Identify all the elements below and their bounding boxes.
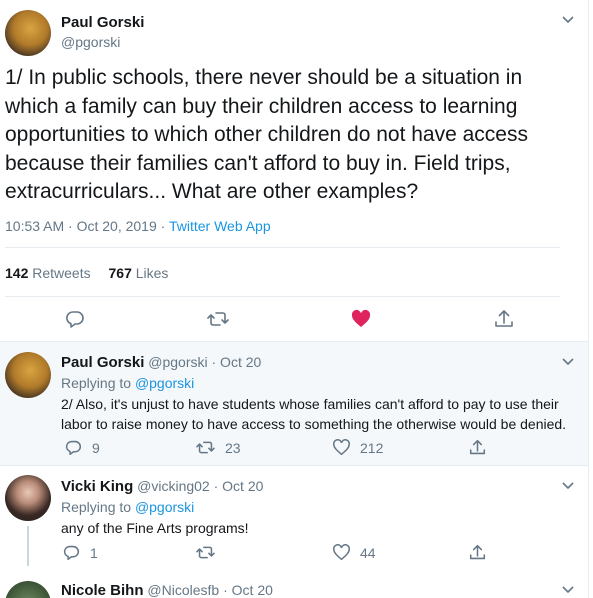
thread-line [27, 526, 29, 566]
reply-tweet[interactable]: Vicki King @vicking02 · Oct 20 Replying … [0, 466, 588, 569]
reply-header: Paul Gorski @pgorski · Oct 20 [61, 354, 261, 371]
likes-count: 767 [108, 265, 132, 281]
avatar[interactable] [5, 475, 51, 521]
like-count: 212 [360, 439, 384, 456]
reply-count: 1 [90, 544, 98, 561]
retweet-button[interactable] [207, 309, 229, 329]
like-count: 44 [360, 544, 376, 561]
retweet-icon [196, 546, 215, 559]
replying-to-label: Replying to [61, 375, 135, 391]
like-button[interactable]: 212 [333, 439, 383, 456]
reply-header: Nicole Bihn @Nicolesfb · Oct 20 [61, 582, 273, 598]
reply-header: Vicki King @vicking02 · Oct 20 [61, 478, 263, 495]
share-button[interactable] [469, 544, 486, 561]
likes-stat[interactable]: 767 Likes [109, 265, 169, 281]
reply-icon [63, 545, 79, 561]
replying-to-handle[interactable]: @pgorski [135, 375, 194, 391]
author-name[interactable]: Vicki King [61, 478, 133, 495]
tweet-date[interactable]: · Oct 20 [223, 582, 273, 598]
tweet-stats: 142 Retweets 767 Likes [5, 265, 168, 281]
share-icon [495, 310, 513, 327]
retweet-button[interactable] [196, 544, 225, 561]
reply-count: 9 [92, 439, 100, 456]
share-icon [469, 439, 486, 455]
reply-tweet[interactable]: Paul Gorski @pgorski · Oct 20 Replying t… [0, 342, 588, 465]
timestamp[interactable]: 10:53 AM · Oct 20, 2019 · [5, 218, 169, 234]
divider [5, 296, 560, 297]
like-button[interactable] [351, 309, 371, 329]
retweets-stat[interactable]: 142 Retweets [5, 265, 91, 281]
heart-icon [351, 309, 371, 327]
like-button[interactable]: 44 [333, 544, 376, 561]
chevron-down-icon[interactable] [561, 481, 575, 491]
chevron-down-icon[interactable] [561, 357, 575, 367]
retweet-icon [207, 312, 229, 326]
retweet-button[interactable]: 23 [196, 439, 241, 456]
retweets-label: Retweets [32, 265, 91, 281]
reply-tweet[interactable]: Nicole Bihn @Nicolesfb · Oct 20 [0, 569, 588, 598]
share-button[interactable] [469, 439, 486, 456]
heart-icon [333, 439, 350, 456]
author-handle[interactable]: @pgorski [148, 354, 207, 370]
likes-label: Likes [135, 265, 169, 281]
retweet-count: 23 [225, 439, 241, 456]
author-name[interactable]: Nicole Bihn [61, 582, 144, 598]
heart-icon [333, 544, 350, 561]
reply-text: 2/ Also, it's unjust to have students wh… [61, 396, 567, 432]
chevron-down-icon[interactable] [561, 15, 575, 25]
avatar[interactable] [5, 581, 51, 598]
replying-to-label: Replying to [61, 499, 135, 515]
tweet-date[interactable]: · Oct 20 [214, 478, 264, 494]
reply-icon [65, 440, 81, 456]
reply-button[interactable]: 9 [65, 439, 100, 456]
timeline-border [588, 0, 589, 598]
reply-button[interactable]: 1 [63, 544, 98, 561]
tweet-meta: 10:53 AM · Oct 20, 2019 · Twitter Web Ap… [5, 218, 271, 234]
chevron-down-icon[interactable] [561, 585, 575, 595]
author-name[interactable]: Paul Gorski [61, 354, 144, 371]
tweet-text: 1/ In public schools, there never should… [5, 66, 528, 203]
share-icon [469, 544, 486, 560]
avatar[interactable] [5, 10, 51, 56]
author-handle[interactable]: @pgorski [61, 34, 120, 50]
retweets-count: 142 [5, 265, 29, 281]
reply-text: any of the Fine Arts programs! [61, 520, 249, 536]
author-handle[interactable]: @Nicolesfb [147, 582, 219, 598]
author-name[interactable]: Paul Gorski [61, 14, 144, 31]
replying-to-handle[interactable]: @pgorski [135, 499, 194, 515]
tweet-source[interactable]: Twitter Web App [169, 218, 271, 234]
avatar[interactable] [5, 352, 51, 398]
reply-button[interactable] [65, 309, 85, 329]
replying-to: Replying to @pgorski [61, 375, 194, 391]
reply-icon [66, 311, 84, 328]
tweet-date[interactable]: · Oct 20 [212, 354, 262, 370]
replying-to: Replying to @pgorski [61, 499, 194, 515]
retweet-icon [196, 441, 215, 454]
author-handle[interactable]: @vicking02 [137, 478, 210, 494]
share-button[interactable] [494, 309, 514, 329]
divider [5, 247, 560, 248]
